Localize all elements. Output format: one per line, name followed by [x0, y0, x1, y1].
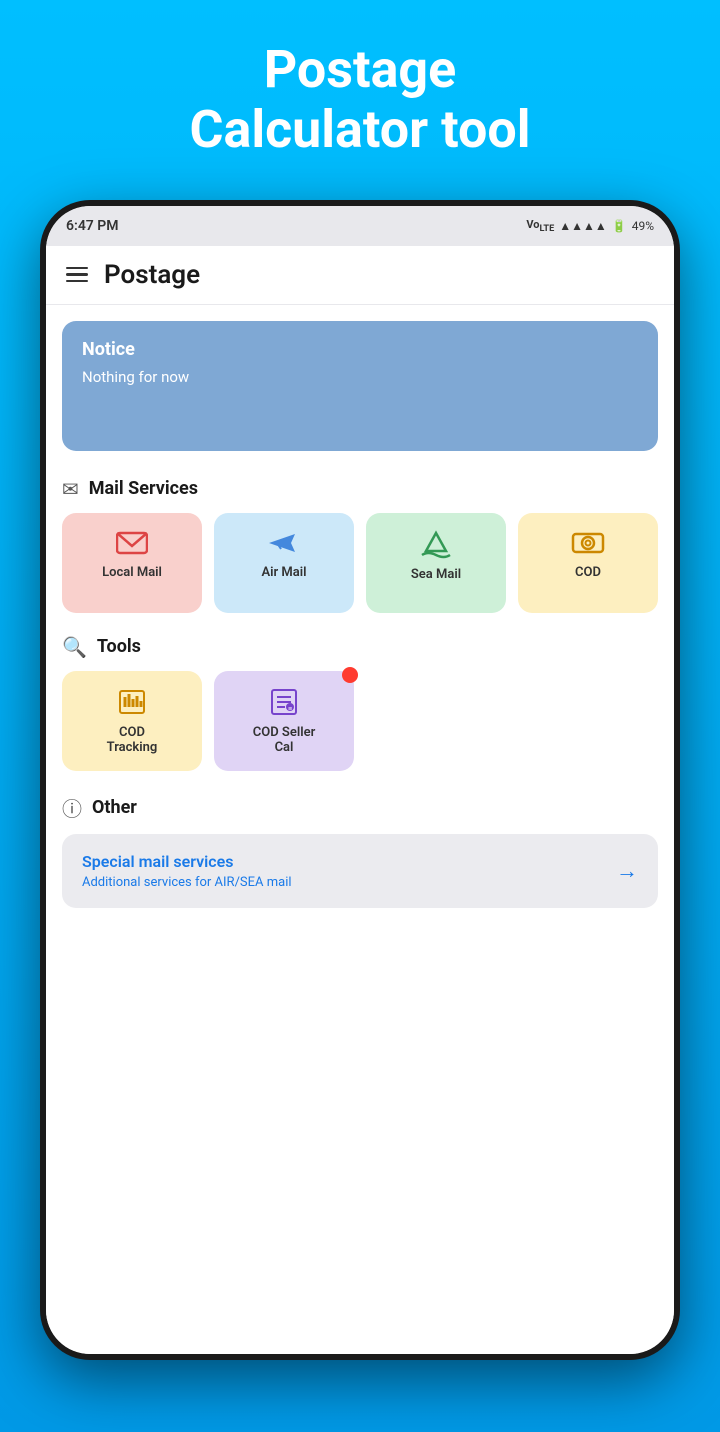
signal-icon: ▲▲▲▲ — [559, 219, 607, 233]
local-mail-card[interactable]: Local Mail — [62, 513, 202, 613]
other-section-header: ⓘ Other — [46, 783, 674, 830]
sea-mail-icon — [420, 529, 452, 559]
arrow-right-icon: → — [616, 858, 638, 884]
air-mail-icon — [267, 529, 301, 557]
special-mail-title: Special mail services — [82, 852, 292, 871]
tools-section-header: 🔍 Tools — [46, 625, 674, 667]
phone-frame: 6:47 PM VoLTE ▲▲▲▲ 🔋 49% Postage Notice … — [40, 200, 680, 1360]
other-section-icon: ⓘ — [62, 793, 82, 822]
notice-banner: Notice Nothing for now — [62, 321, 658, 451]
mail-services-title: Mail Services — [89, 478, 198, 499]
phone-screen: 6:47 PM VoLTE ▲▲▲▲ 🔋 49% Postage Notice … — [46, 206, 674, 1354]
menu-button[interactable] — [66, 267, 88, 283]
app-header: Postage — [46, 246, 674, 305]
status-time: 6:47 PM — [66, 218, 119, 234]
status-icons: VoLTE ▲▲▲▲ 🔋 49% — [526, 218, 654, 234]
network-icon: VoLTE — [526, 218, 554, 234]
mail-services-section-header: ✉ Mail Services — [46, 467, 674, 509]
header-title: Postage — [104, 260, 200, 290]
notification-dot — [342, 667, 358, 683]
app-content: Postage Notice Nothing for now ✉ Mail Se… — [46, 246, 674, 1354]
svg-text:≡: ≡ — [288, 705, 292, 713]
mail-section-icon: ✉ — [62, 477, 79, 501]
cod-seller-card[interactable]: ≡ COD SellerCal — [214, 671, 354, 771]
special-mail-card[interactable]: Special mail services Additional service… — [62, 834, 658, 908]
special-mail-subtitle: Additional services for AIR/SEA mail — [82, 875, 292, 890]
title-line1: Postage — [189, 40, 530, 100]
sea-mail-card[interactable]: Sea Mail — [366, 513, 506, 613]
cod-seller-label: COD SellerCal — [253, 725, 316, 755]
status-bar: 6:47 PM VoLTE ▲▲▲▲ 🔋 49% — [46, 206, 674, 246]
cod-tracking-card[interactable]: CODTracking — [62, 671, 202, 771]
local-mail-label: Local Mail — [102, 565, 162, 580]
battery-percent: 49% — [632, 219, 654, 233]
cod-card[interactable]: COD — [518, 513, 658, 613]
special-mail-text: Special mail services Additional service… — [82, 852, 292, 890]
title-line2: Calculator tool — [189, 100, 530, 160]
air-mail-card[interactable]: Air Mail — [214, 513, 354, 613]
notice-body: Nothing for now — [82, 368, 638, 386]
notice-title: Notice — [82, 339, 638, 360]
services-grid: Local Mail Air Mail — [46, 509, 674, 625]
tools-section-icon: 🔍 — [62, 635, 87, 659]
air-mail-label: Air Mail — [261, 565, 306, 580]
local-mail-icon — [116, 529, 148, 557]
cod-seller-icon: ≡ — [269, 687, 299, 717]
other-title: Other — [92, 797, 137, 818]
cod-icon — [571, 529, 605, 557]
battery-icon: 🔋 — [612, 219, 627, 233]
app-title-area: Postage Calculator tool — [189, 0, 530, 160]
tools-title: Tools — [97, 636, 141, 657]
sea-mail-label: Sea Mail — [411, 567, 461, 582]
cod-tracking-label: CODTracking — [107, 725, 158, 755]
cod-tracking-icon — [117, 687, 147, 717]
cod-label: COD — [575, 565, 601, 580]
tools-grid: CODTracking ≡ COD Selle — [46, 667, 674, 783]
